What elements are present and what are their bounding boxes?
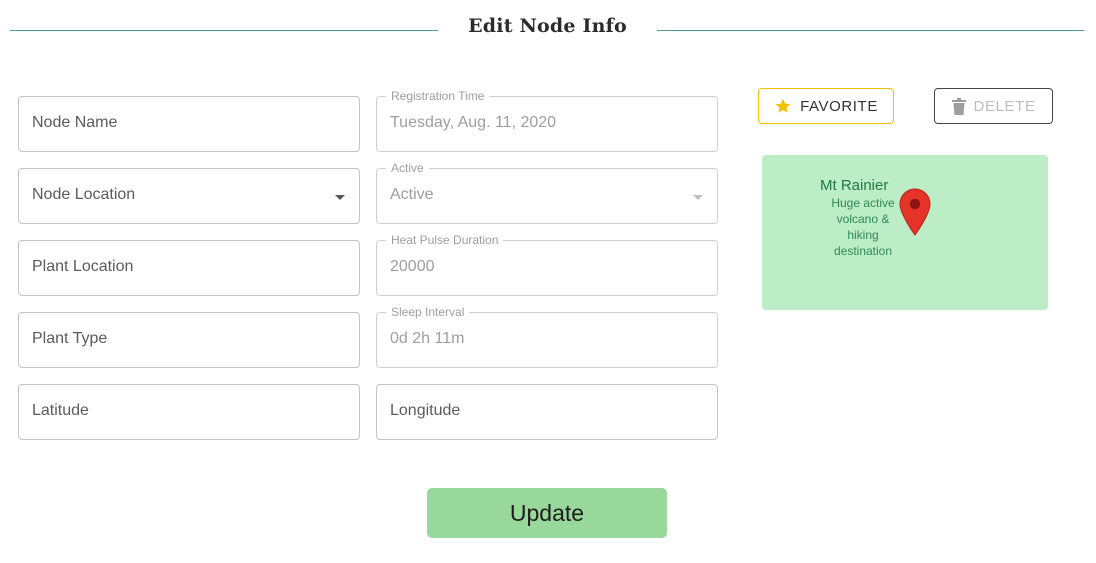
location-map[interactable]: Mt Rainier Huge active volcano & hiking … xyxy=(762,155,1048,310)
plant-type-field[interactable]: Plant Type xyxy=(18,312,360,368)
map-place-name: Mt Rainier xyxy=(820,177,889,194)
registration-time-field: Registration Time Tuesday, Aug. 11, 2020 xyxy=(376,90,718,152)
heat-pulse-duration-label: Heat Pulse Duration xyxy=(386,234,504,246)
registration-time-label: Registration Time xyxy=(386,90,490,102)
sleep-interval-field: Sleep Interval 0d 2h 11m xyxy=(376,306,718,368)
delete-button[interactable]: DELETE xyxy=(934,88,1053,124)
sleep-interval-value: 0d 2h 11m xyxy=(390,330,465,347)
active-label: Active xyxy=(386,162,429,174)
node-name-placeholder: Node Name xyxy=(32,114,118,131)
active-value: Active xyxy=(390,186,434,203)
node-name-field[interactable]: Node Name xyxy=(18,96,360,152)
map-place-description: Huge active volcano & hiking destination xyxy=(831,196,895,258)
node-location-placeholder: Node Location xyxy=(32,186,136,203)
latitude-field[interactable]: Latitude xyxy=(18,384,360,440)
header-rule-left xyxy=(10,30,438,31)
longitude-field[interactable]: Longitude xyxy=(376,384,718,440)
caret-down-icon xyxy=(693,195,703,200)
delete-label: DELETE xyxy=(973,97,1036,115)
heat-pulse-duration-field: Heat Pulse Duration 20000 xyxy=(376,234,718,296)
active-select: Active Active xyxy=(376,162,718,224)
favorite-button[interactable]: FAVORITE xyxy=(758,88,894,124)
trash-icon xyxy=(951,97,966,115)
favorite-label: FAVORITE xyxy=(800,97,878,115)
plant-type-placeholder: Plant Type xyxy=(32,330,108,347)
longitude-placeholder: Longitude xyxy=(390,402,461,419)
caret-down-icon[interactable] xyxy=(335,195,345,200)
sleep-interval-label: Sleep Interval xyxy=(386,306,470,318)
star-icon xyxy=(775,98,791,113)
plant-location-field[interactable]: Plant Location xyxy=(18,240,360,296)
plant-location-placeholder: Plant Location xyxy=(32,258,134,275)
registration-time-value: Tuesday, Aug. 11, 2020 xyxy=(390,114,557,131)
page-title: Edit Node Info xyxy=(468,15,627,37)
update-button[interactable]: Update xyxy=(427,488,667,538)
map-pin-icon[interactable] xyxy=(899,188,931,236)
latitude-placeholder: Latitude xyxy=(32,402,89,419)
node-location-select[interactable]: Node Location xyxy=(18,168,360,224)
heat-pulse-duration-value: 20000 xyxy=(390,258,435,275)
header-rule-right xyxy=(657,30,1084,31)
